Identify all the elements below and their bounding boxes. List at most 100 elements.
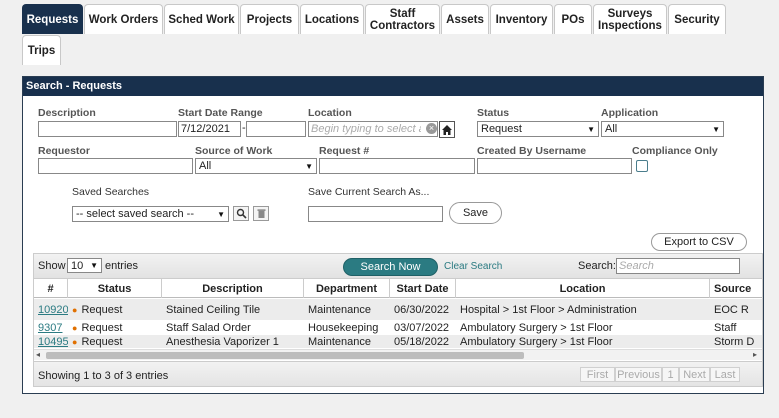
- search-form: Description Start Date Range Location St…: [23, 96, 763, 256]
- tab-trips[interactable]: Trips: [22, 35, 61, 65]
- horizontal-scrollbar[interactable]: ◂ ▸: [34, 349, 762, 360]
- row-location: Ambulatory Surgery > 1st Floor: [460, 321, 613, 334]
- tab-work-orders[interactable]: Work Orders: [84, 4, 163, 34]
- request-number-label: Request #: [319, 145, 370, 157]
- grid-search-input[interactable]: [616, 258, 740, 274]
- created-by-label: Created By Username: [477, 145, 587, 157]
- tab-sched-work[interactable]: Sched Work: [164, 4, 239, 34]
- request-id-link[interactable]: 10920: [38, 304, 68, 316]
- row-start-date: 06/30/2022: [394, 303, 450, 316]
- pager-page-button[interactable]: 1: [662, 367, 679, 382]
- pager-previous-button[interactable]: Previous: [615, 367, 662, 382]
- application-select[interactable]: All ▼: [601, 121, 724, 137]
- main-tabs: Requests Work Orders Sched Work Projects…: [0, 0, 779, 70]
- row-description: Anesthesia Vaporizer 1: [166, 335, 279, 348]
- delete-saved-search-button[interactable]: [253, 206, 269, 221]
- saved-search-select[interactable]: -- select saved search -- ▼: [72, 206, 229, 222]
- created-by-input[interactable]: [477, 158, 632, 174]
- col-header-number[interactable]: #: [34, 279, 68, 298]
- row-location: Hospital > 1st Floor > Administration: [460, 303, 637, 316]
- col-header-start-date[interactable]: Start Date: [390, 279, 456, 298]
- tab-inventory[interactable]: Inventory: [490, 4, 553, 34]
- tab-surveys-inspections[interactable]: Surveys Inspections: [593, 4, 667, 34]
- row-source: Storm D: [714, 335, 755, 348]
- source-of-work-select[interactable]: All ▼: [195, 158, 317, 174]
- save-as-label: Save Current Search As...: [308, 186, 430, 198]
- description-input[interactable]: [38, 121, 177, 137]
- start-date-to-input[interactable]: [246, 121, 306, 137]
- status-dot-icon: ●: [72, 304, 78, 315]
- save-button[interactable]: Save: [449, 202, 502, 224]
- trash-icon: [257, 209, 265, 218]
- panel-title: Search - Requests: [23, 77, 763, 96]
- magnifier-icon: [236, 208, 247, 219]
- col-header-department[interactable]: Department: [304, 279, 390, 298]
- request-id-link[interactable]: 9307: [38, 322, 62, 334]
- table-row[interactable]: 9307 ● Request Staff Salad Order Housekee…: [34, 321, 762, 334]
- request-number-input[interactable]: [319, 158, 475, 174]
- location-input[interactable]: [308, 121, 438, 137]
- export-csv-button[interactable]: Export to CSV: [651, 233, 747, 251]
- requestor-label: Requestor: [38, 145, 90, 157]
- compliance-only-checkbox[interactable]: [636, 160, 648, 172]
- search-panel: Search - Requests Description Start Date…: [22, 76, 764, 394]
- application-label: Application: [601, 107, 659, 119]
- row-status: Request: [81, 321, 123, 334]
- row-source: EOC R: [714, 303, 749, 316]
- row-department: Housekeeping: [308, 321, 379, 334]
- tab-requests[interactable]: Requests: [22, 4, 83, 34]
- row-status: Request: [81, 303, 123, 316]
- scroll-right-icon[interactable]: ▸: [753, 350, 757, 359]
- requestor-input[interactable]: [38, 158, 193, 174]
- row-description: Staff Salad Order: [166, 321, 251, 334]
- run-saved-search-button[interactable]: [233, 206, 249, 221]
- save-search-name-input[interactable]: [308, 206, 443, 222]
- chevron-down-icon: ▼: [587, 124, 595, 134]
- clear-search-link[interactable]: Clear Search: [444, 261, 502, 272]
- col-header-source[interactable]: Source: [710, 279, 762, 298]
- tab-staff-contractors[interactable]: Staff Contractors: [365, 4, 440, 34]
- col-header-description[interactable]: Description: [162, 279, 304, 298]
- entries-label: entries: [105, 260, 139, 272]
- entries-per-page-select[interactable]: 10 ▼: [67, 258, 102, 273]
- status-select[interactable]: Request ▼: [477, 121, 599, 137]
- chevron-down-icon: ▼: [90, 261, 98, 270]
- grid-search-label: Search:: [578, 260, 616, 272]
- tab-assets[interactable]: Assets: [441, 4, 489, 34]
- row-department: Maintenance: [308, 335, 371, 348]
- start-date-label: Start Date Range: [178, 107, 263, 119]
- results-grid: Show 10 ▼ entries Search Now Clear Search…: [33, 253, 763, 387]
- status-dot-icon: ●: [72, 322, 78, 333]
- clear-location-icon[interactable]: ×: [426, 123, 437, 134]
- scroll-left-icon[interactable]: ◂: [36, 350, 40, 359]
- chevron-down-icon: ▼: [712, 124, 720, 134]
- request-id-link[interactable]: 10495: [38, 336, 68, 348]
- scroll-thumb[interactable]: [46, 352, 524, 359]
- description-label: Description: [38, 107, 96, 119]
- location-tree-button[interactable]: [439, 121, 455, 138]
- tab-security[interactable]: Security: [668, 4, 726, 34]
- row-source: Staff: [714, 321, 737, 334]
- search-now-button[interactable]: Search Now: [343, 258, 438, 276]
- pager-next-button[interactable]: Next: [679, 367, 710, 382]
- grid-toolbar: Show 10 ▼ entries Search Now Clear Search…: [34, 254, 762, 279]
- chevron-down-icon: ▼: [305, 161, 313, 171]
- table-row[interactable]: 10495 ● Request Anesthesia Vaporizer 1 Ma…: [34, 335, 762, 348]
- start-date-from-input[interactable]: [178, 121, 241, 137]
- tab-locations[interactable]: Locations: [300, 4, 364, 34]
- col-header-status[interactable]: Status: [68, 279, 162, 298]
- pager-first-button[interactable]: First: [580, 367, 615, 382]
- row-location: Ambulatory Surgery > 1st Floor: [460, 335, 613, 348]
- tab-pos[interactable]: POs: [554, 4, 592, 34]
- col-header-location[interactable]: Location: [456, 279, 710, 298]
- saved-searches-label: Saved Searches: [72, 186, 150, 198]
- table-row[interactable]: 10920 ● Request Stained Ceiling Tile Main…: [34, 299, 762, 320]
- source-of-work-label: Source of Work: [195, 145, 273, 157]
- status-dot-icon: ●: [72, 336, 78, 347]
- chevron-down-icon: ▼: [217, 209, 225, 219]
- row-description: Stained Ceiling Tile: [166, 303, 261, 316]
- pager-last-button[interactable]: Last: [710, 367, 740, 382]
- home-icon: [442, 124, 452, 135]
- tab-projects[interactable]: Projects: [240, 4, 299, 34]
- status-label: Status: [477, 107, 510, 119]
